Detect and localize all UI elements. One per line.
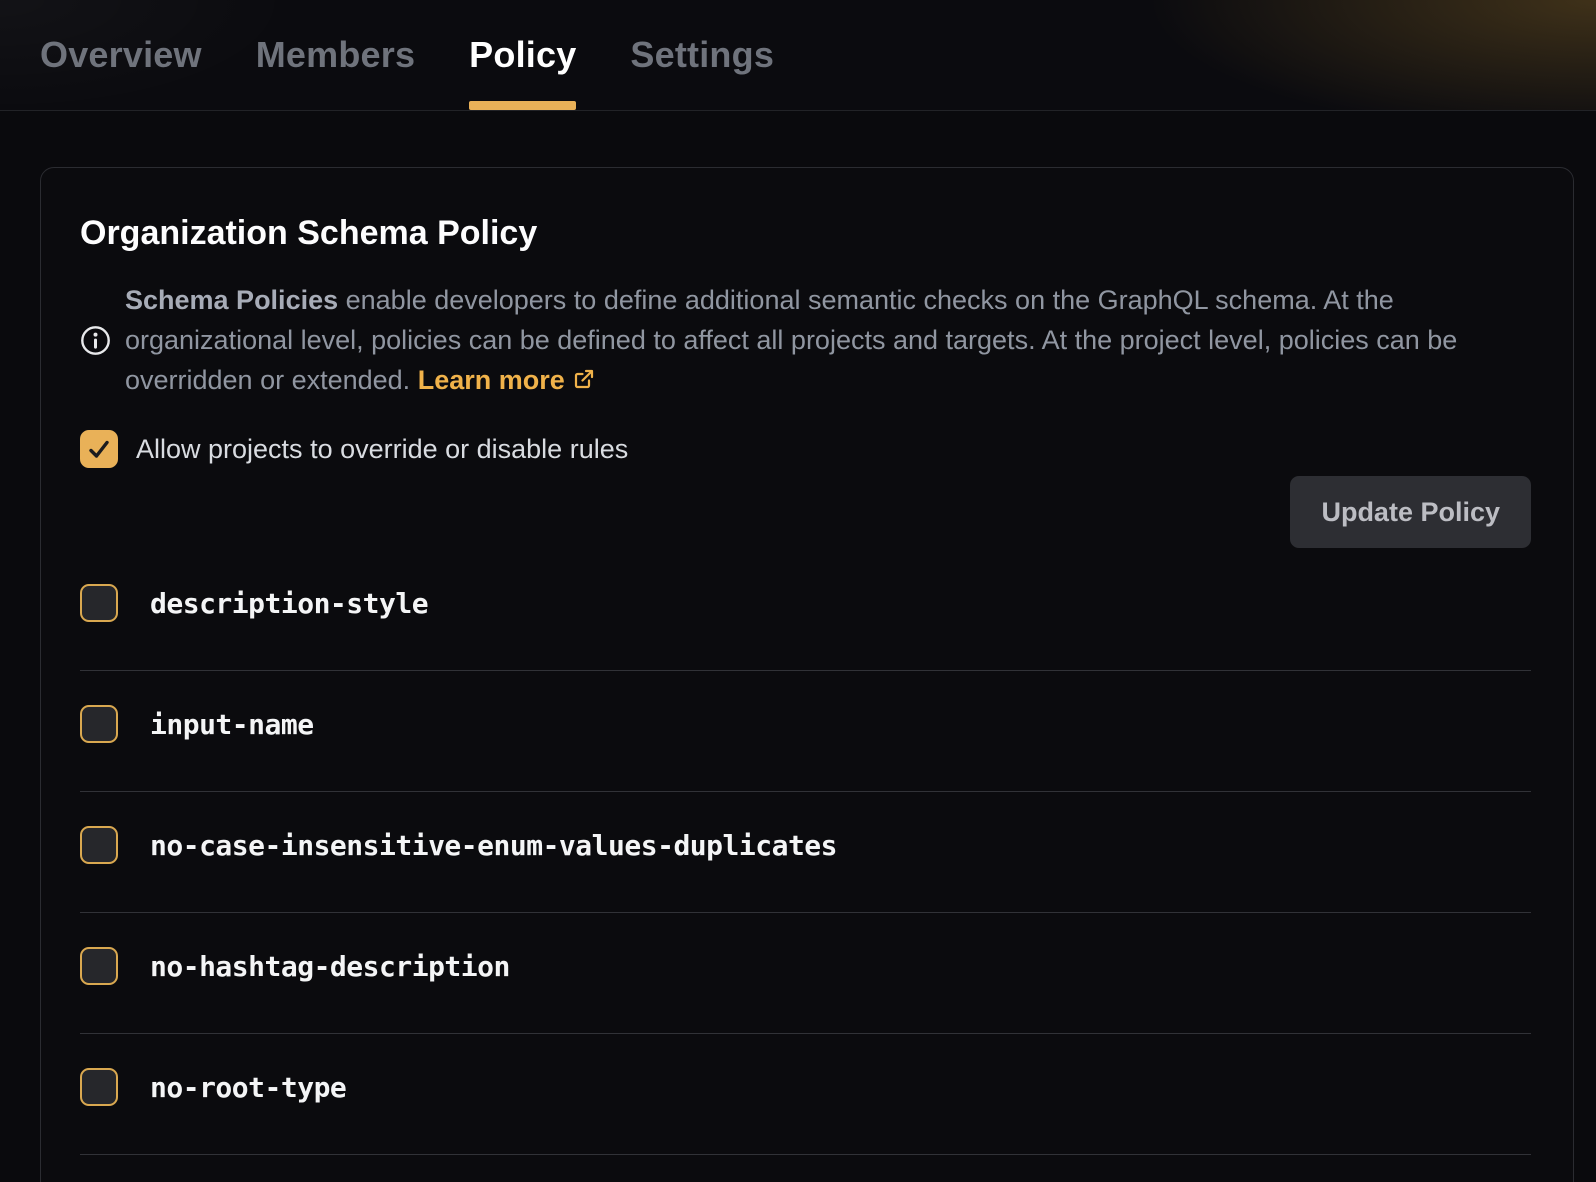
button-row: Update Policy bbox=[80, 476, 1531, 548]
rule-label: no-hashtag-description bbox=[150, 950, 510, 983]
tab-settings[interactable]: Settings bbox=[630, 0, 774, 110]
info-icon bbox=[80, 325, 111, 356]
tab-members[interactable]: Members bbox=[256, 0, 415, 110]
learn-more-label: Learn more bbox=[418, 365, 565, 395]
allow-override-checkbox[interactable] bbox=[80, 430, 118, 468]
rule-checkbox[interactable] bbox=[80, 1068, 118, 1106]
rule-label: input-name bbox=[150, 708, 314, 741]
external-link-icon bbox=[572, 367, 596, 391]
page-title: Organization Schema Policy bbox=[80, 214, 1531, 252]
rule-checkbox[interactable] bbox=[80, 826, 118, 864]
update-policy-button[interactable]: Update Policy bbox=[1290, 476, 1531, 548]
rule-row: no-case-insensitive-enum-values-duplicat… bbox=[80, 792, 1531, 913]
policy-description: Schema Policies enable developers to def… bbox=[125, 280, 1497, 400]
policy-info: Schema Policies enable developers to def… bbox=[80, 280, 1531, 400]
tab-policy[interactable]: Policy bbox=[469, 0, 576, 110]
rules-list: description-style input-name no-case-ins… bbox=[80, 550, 1531, 1155]
tab-overview[interactable]: Overview bbox=[40, 0, 202, 110]
allow-override-row: Allow projects to override or disable ru… bbox=[80, 430, 1531, 468]
allow-override-label: Allow projects to override or disable ru… bbox=[136, 434, 628, 465]
rule-label: description-style bbox=[150, 587, 428, 620]
rule-checkbox[interactable] bbox=[80, 705, 118, 743]
schema-policy-card: Organization Schema Policy Schema Polici… bbox=[40, 167, 1574, 1182]
learn-more-link[interactable]: Learn more bbox=[418, 365, 596, 395]
policy-description-lead: Schema Policies bbox=[125, 285, 338, 315]
rule-label: no-case-insensitive-enum-values-duplicat… bbox=[150, 829, 837, 862]
tab-bar: Overview Members Policy Settings bbox=[0, 0, 1596, 111]
rule-checkbox[interactable] bbox=[80, 584, 118, 622]
rule-row: input-name bbox=[80, 671, 1531, 792]
rule-row: no-hashtag-description bbox=[80, 913, 1531, 1034]
rule-row: no-root-type bbox=[80, 1034, 1531, 1155]
rule-checkbox[interactable] bbox=[80, 947, 118, 985]
rule-row: description-style bbox=[80, 550, 1531, 671]
rule-label: no-root-type bbox=[150, 1071, 346, 1104]
